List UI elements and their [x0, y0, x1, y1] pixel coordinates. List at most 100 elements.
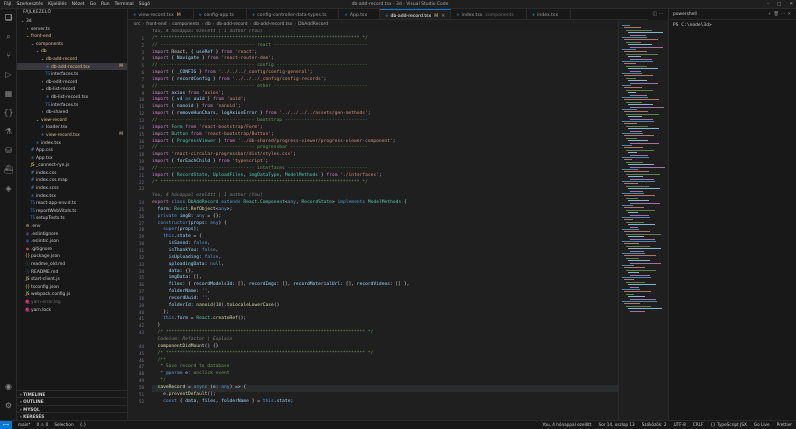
- code-line[interactable]: files: { recordModels3d: [], recordImgs:…: [152, 282, 618, 289]
- tab-index-tsx[interactable]: ⚛index.tsxcomponents✕: [451, 9, 527, 19]
- database-icon[interactable]: ⛁: [3, 145, 14, 156]
- settings-gear-icon[interactable]: ⚙: [3, 400, 14, 411]
- code-line[interactable]: folderId: nanoid(10).toLocaleLowerCase(): [152, 303, 618, 310]
- breadcrumb-item[interactable]: db-add-record.tsx: [253, 22, 292, 27]
- close-tab-icon[interactable]: ✕: [441, 14, 445, 19]
- tab-view-record-tsx[interactable]: ⚛view-record.tsxM✕: [128, 9, 194, 19]
- code-line[interactable]: const { data, files, folderName } = this…: [152, 399, 618, 406]
- code-line[interactable]: saveRecord = async (e: any) => {: [152, 384, 618, 392]
- code-line[interactable]: /* *************************************…: [152, 180, 618, 187]
- status-item[interactable]: Szóközök: 2: [642, 421, 667, 429]
- tab-index-tsx[interactable]: ⚛index.tsx✕: [527, 9, 571, 19]
- maximize-icon[interactable]: □: [777, 0, 781, 9]
- tree-item[interactable]: JS webpack.config.js: [17, 290, 127, 298]
- section-outline[interactable]: › OUTLINE: [17, 397, 127, 405]
- more-actions-icon[interactable]: ⋯: [659, 11, 664, 17]
- tree-item[interactable]: # index.css.map: [17, 176, 127, 184]
- status-item[interactable]: Go Live: [754, 421, 770, 429]
- tree-item[interactable]: # index.scss: [17, 184, 127, 192]
- close-icon[interactable]: ✕: [789, 0, 793, 9]
- explorer-icon[interactable]: ❏: [3, 12, 14, 23]
- tree-item[interactable]: TSinterfaces.ts: [17, 70, 127, 78]
- code-line[interactable]: Codeium: Refactor | Explain: [152, 337, 618, 344]
- close-tab-icon[interactable]: ✕: [517, 13, 521, 18]
- code-lines[interactable]: You, 4 hónappal ezelőtt | 1 author (You)…: [152, 29, 618, 420]
- menu-item-terminal[interactable]: Terminal: [115, 0, 134, 9]
- run-debug-icon[interactable]: ▷: [3, 69, 14, 80]
- code-line[interactable]: this.state = {: [152, 234, 618, 241]
- tree-item[interactable]: {}package.json: [17, 252, 127, 260]
- code-line[interactable]: componentDidMount() {}: [152, 344, 618, 351]
- code-line[interactable]: data: {},: [152, 269, 618, 276]
- code-line[interactable]: private imgB: any = {};: [152, 214, 618, 221]
- breadcrumb-item[interactable]: DbAddRecord: [298, 22, 328, 27]
- tree-item[interactable]: 🧶yarn-error.log: [17, 298, 127, 306]
- close-tab-icon[interactable]: ✕: [184, 13, 188, 18]
- section-keresés[interactable]: › KERESÉS: [17, 412, 127, 420]
- tree-item[interactable]: ⓘ README.md: [17, 268, 127, 276]
- close-tab-icon[interactable]: ✕: [370, 13, 374, 18]
- source-control-icon[interactable]: ⑂: [3, 50, 14, 61]
- tree-item[interactable]: # index.css: [17, 169, 127, 177]
- tree-item[interactable]: TSinterfaces.ts: [17, 101, 127, 109]
- tree-item[interactable]: › db-shared: [17, 108, 127, 116]
- code-line[interactable]: /* *************************************…: [152, 36, 618, 43]
- tab-config-controller-data-types-ts[interactable]: ⚛config-controller-data-types.ts✕: [247, 9, 340, 19]
- menu-item-kijelölés[interactable]: Kijelölés: [48, 0, 67, 9]
- tree-item[interactable]: TSreportWebVitals.ts: [17, 207, 127, 215]
- extensions-icon[interactable]: ▦: [3, 88, 14, 99]
- tree-item[interactable]: ⚛ index.tsx: [17, 192, 127, 200]
- tree-item[interactable]: ⌄ 3d: [17, 17, 127, 25]
- code-line[interactable]: constructor(props: any) {: [152, 221, 618, 228]
- tree-item[interactable]: ⚛ db-list-record.tsx: [17, 93, 127, 101]
- status-item[interactable]: Sor 14, oszlop 13: [598, 421, 634, 429]
- status-item[interactable]: Prettier: [777, 421, 792, 429]
- breadcrumb-item[interactable]: src: [134, 22, 140, 27]
- status-item[interactable]: Selection: [54, 421, 73, 429]
- tree-item[interactable]: ⚛ db-add-record.tsx M: [17, 62, 127, 71]
- docker-icon[interactable]: ⛴: [3, 164, 14, 175]
- code-line[interactable]: import { RecordState, UploadFiles, imgDa…: [152, 173, 618, 180]
- tree-item[interactable]: ⚛ App.tsx: [17, 154, 127, 162]
- code-line[interactable]: /* *************************************…: [152, 351, 618, 358]
- code-line[interactable]: e.preventDefault();: [152, 392, 618, 399]
- code-line[interactable]: isThankYou: false,: [152, 248, 618, 255]
- breadcrumb-item[interactable]: db-add-record: [217, 22, 248, 27]
- tree-item[interactable]: ⌄ view-record: [17, 116, 127, 124]
- terminal-output[interactable]: PS C:\node\3d>: [669, 20, 796, 31]
- code-editor[interactable]: 1 2 3 4 5 6 7 8 9 10 11 12 13 14 15 16 17 18 19 20 21 22 23 24 2…: [128, 29, 618, 420]
- status-item[interactable]: You, 4 hónappal ezelőtt: [542, 421, 591, 429]
- tree-item[interactable]: ⌄ db-add-record: [17, 55, 127, 63]
- section-timeline[interactable]: › TIMELINE: [17, 389, 127, 398]
- code-line[interactable]: // ---------------------------------- ot…: [152, 84, 618, 91]
- tree-item[interactable]: › db-edit-record: [17, 78, 127, 86]
- code-line[interactable]: this.form = React.createRef();: [152, 316, 618, 323]
- account-icon[interactable]: ◉: [3, 381, 14, 392]
- tree-item[interactable]: TSreact-app-env.d.ts: [17, 199, 127, 207]
- code-line[interactable]: folderName: '',: [152, 289, 618, 296]
- section-mysql[interactable]: › MYSQL: [17, 404, 127, 413]
- close-tab-icon[interactable]: ✕: [561, 13, 565, 18]
- menu-item-run[interactable]: Run: [101, 0, 110, 9]
- tree-item[interactable]: # App.css: [17, 146, 127, 154]
- code-line[interactable]: import { forEachChild } from 'typescript…: [152, 159, 618, 166]
- code-line[interactable]: super(props);: [152, 227, 618, 234]
- status-item[interactable]: {.}: [80, 421, 87, 429]
- tree-item[interactable]: ⚙ .env: [17, 222, 127, 230]
- code-line[interactable]: You, 4 hónappal ezelőtt | 1 author (You): [152, 29, 618, 36]
- tab-config-app-ts[interactable]: ⚛config-app.ts✕: [194, 9, 247, 19]
- terminal-title[interactable]: powershell: [673, 12, 697, 17]
- tree-item[interactable]: ⚛ loader.tsx: [17, 123, 127, 131]
- breadcrumb-item[interactable]: components: [172, 22, 199, 27]
- menu-item-go[interactable]: Go: [90, 0, 96, 9]
- tree-item[interactable]: JS start-client.js: [17, 275, 127, 283]
- code-line[interactable]: */: [152, 378, 618, 385]
- tree-item[interactable]: 🧶yarn.lock: [17, 306, 127, 314]
- code-line[interactable]: // ---------------------------------- bo…: [152, 118, 618, 125]
- tree-item[interactable]: {}tsconfig.json: [17, 283, 127, 291]
- tab-App-tsx[interactable]: ⚛App.tsx✕: [339, 9, 381, 19]
- code-line[interactable]: /* *************************************…: [152, 330, 618, 337]
- menu-item-szerkesztés[interactable]: Szerkesztés: [16, 0, 43, 9]
- code-line[interactable]: // ---------------------------------- in…: [152, 166, 618, 173]
- code-line[interactable]: form: React.RefObject<any>;: [152, 207, 618, 214]
